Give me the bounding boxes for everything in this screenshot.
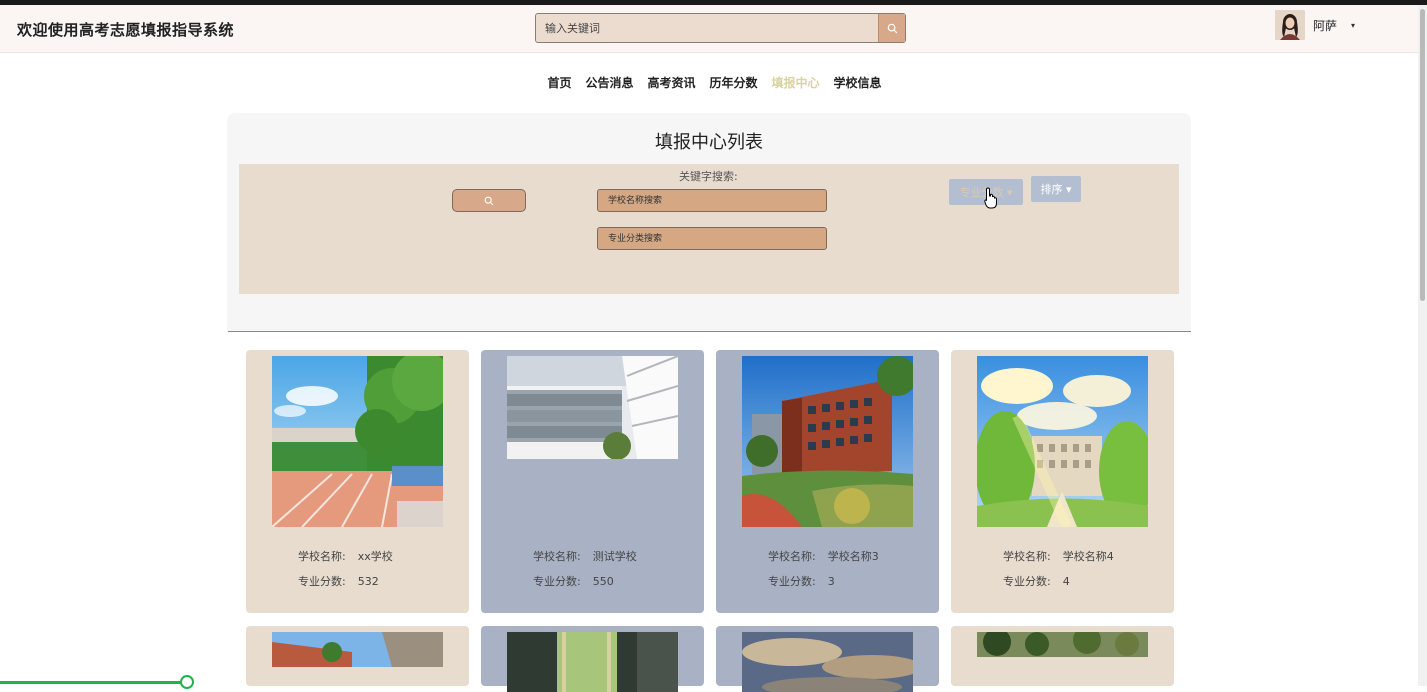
major-score-row: 专业分数: 532 — [298, 573, 379, 589]
campus-building-image — [272, 632, 443, 667]
filter-box: 关键字搜索: 专业分数 ▾ 排序 ▾ — [239, 164, 1179, 294]
nav-item-home[interactable]: 首页 — [547, 74, 571, 91]
main-nav: 首页 公告消息 高考资讯 历年分数 填报中心 学校信息 — [0, 74, 1427, 91]
school-name-key: 学校名称: — [533, 550, 581, 563]
major-score-row: 专业分数: 3 — [768, 573, 835, 589]
major-category-search-input[interactable] — [597, 227, 827, 250]
major-score-key: 专业分数: — [1003, 575, 1051, 588]
school-name-row: 学校名称: 学校名称4 — [1003, 548, 1114, 564]
divider — [228, 331, 1191, 332]
school-card[interactable]: 学校名称: 学校名称3 专业分数: 3 — [716, 350, 939, 613]
header-search-button[interactable] — [878, 14, 905, 42]
school-name-value: 学校名称3 — [827, 550, 879, 563]
red-brick-building-image — [742, 356, 913, 527]
school-name-value: 学校名称4 — [1062, 550, 1114, 563]
major-score-key: 专业分数: — [298, 575, 346, 588]
school-name-row: 学校名称: xx学校 — [298, 548, 393, 564]
major-score-value: 532 — [357, 575, 379, 588]
sort-button[interactable]: 排序 ▾ — [1031, 176, 1081, 202]
header-search — [535, 13, 906, 43]
school-card[interactable]: 学校名称: 学校名称4 专业分数: 4 — [951, 350, 1174, 613]
major-score-row: 专业分数: 550 — [533, 573, 614, 589]
page-title: 填报中心列表 — [655, 132, 763, 153]
video-progress-bar[interactable] — [0, 681, 186, 684]
user-menu[interactable]: 阿萨 ▾ — [1275, 8, 1355, 42]
username[interactable]: 阿萨 — [1313, 17, 1337, 34]
school-card[interactable] — [246, 626, 469, 686]
campus-track-image — [272, 356, 443, 527]
school-name-row: 学校名称: 测试学校 — [533, 548, 637, 564]
header-search-input[interactable] — [536, 14, 878, 42]
school-card[interactable] — [951, 626, 1174, 686]
app-title: 欢迎使用高考志愿填报指导系统 — [17, 21, 235, 39]
nav-item-past-scores[interactable]: 历年分数 — [710, 74, 758, 91]
chevron-down-icon[interactable]: ▾ — [1351, 21, 1355, 30]
video-progress-knob[interactable] — [180, 675, 194, 689]
nav-item-application-center[interactable]: 填报中心 — [772, 74, 820, 91]
search-icon — [887, 23, 897, 33]
sunset-sky-image — [742, 632, 913, 692]
major-score-key: 专业分数: — [768, 575, 816, 588]
school-name-value: xx学校 — [357, 550, 393, 563]
nav-item-school-info[interactable]: 学校信息 — [834, 74, 882, 91]
school-name-search-input[interactable] — [597, 189, 827, 212]
major-score-value: 4 — [1062, 575, 1070, 588]
major-score-value: 3 — [827, 575, 835, 588]
avatar[interactable] — [1275, 10, 1305, 40]
nav-item-news[interactable]: 高考资讯 — [647, 74, 695, 91]
school-name-key: 学校名称: — [768, 550, 816, 563]
header-bar: 欢迎使用高考志愿填报指导系统 阿萨 ▾ — [0, 5, 1427, 53]
school-name-key: 学校名称: — [1003, 550, 1051, 563]
major-score-key: 专业分数: — [533, 575, 581, 588]
filter-search-button[interactable] — [452, 189, 526, 212]
major-score-row: 专业分数: 4 — [1003, 573, 1070, 589]
school-card[interactable] — [716, 626, 939, 692]
list-panel: 填报中心列表 关键字搜索: 专业分数 ▾ 排序 ▾ — [227, 113, 1191, 332]
scrollbar-thumb[interactable] — [1420, 9, 1425, 301]
school-name-key: 学校名称: — [298, 550, 346, 563]
school-card[interactable]: 学校名称: xx学校 专业分数: 532 — [246, 350, 469, 613]
hallway-image — [507, 632, 678, 692]
school-name-value: 测试学校 — [592, 550, 637, 563]
tree-canopy-image — [977, 632, 1148, 657]
school-name-row: 学校名称: 学校名称3 — [768, 548, 879, 564]
major-score-value: 550 — [592, 575, 614, 588]
anime-school-image — [977, 356, 1148, 527]
search-icon — [484, 196, 494, 205]
mouse-cursor-icon — [984, 187, 997, 209]
modern-building-image — [507, 356, 678, 459]
school-card[interactable] — [481, 626, 704, 692]
keyword-search-label: 关键字搜索: — [679, 170, 738, 183]
school-card[interactable]: 学校名称: 测试学校 专业分数: 550 — [481, 350, 704, 613]
nav-item-announcements[interactable]: 公告消息 — [585, 74, 633, 91]
